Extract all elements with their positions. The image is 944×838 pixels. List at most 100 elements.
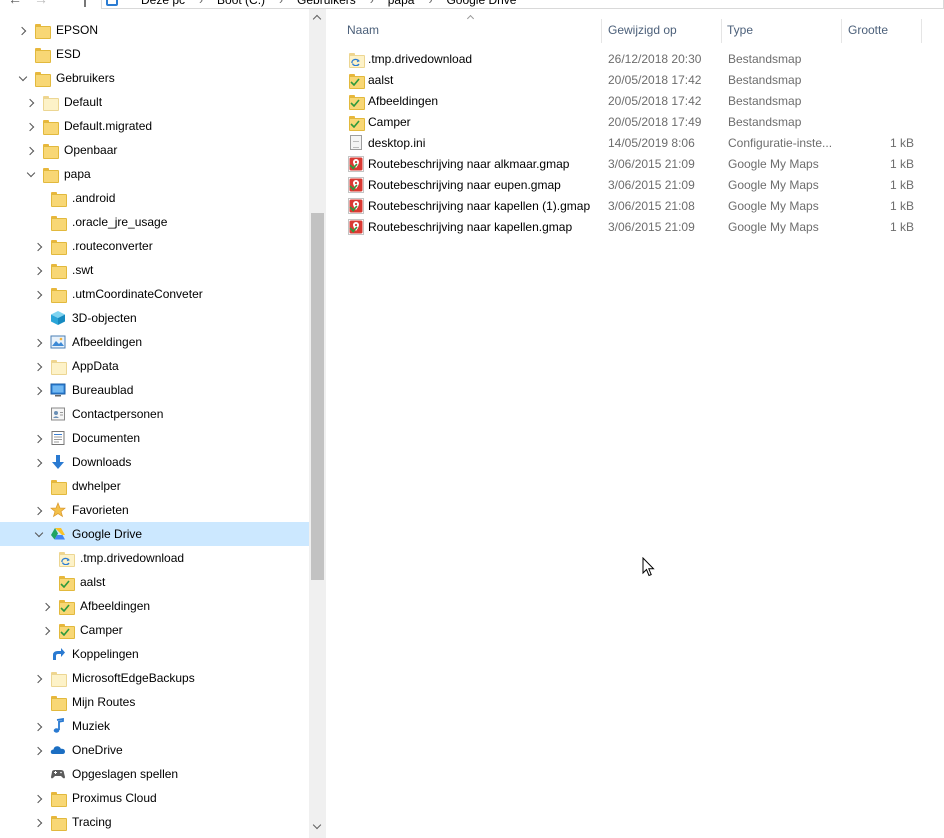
nav-tree-item[interactable]: Muziek [0, 714, 309, 738]
file-list-pane[interactable]: Naam Gewijzigd op Type Grootte .tmp.driv… [337, 9, 944, 838]
nav-tree-item[interactable]: Default.migrated [0, 114, 309, 138]
file-row[interactable]: desktop.ini 14/05/2019 8:06 Configuratie-i… [345, 133, 935, 154]
nav-tree-item[interactable]: .utmCoordinateConveter [0, 282, 309, 306]
nav-tree-item[interactable]: Favorieten [0, 498, 309, 522]
nav-scrollbar[interactable] [309, 9, 326, 838]
nav-tree-item[interactable]: Contactpersonen [0, 402, 309, 426]
nav-tree-item[interactable]: Gebruikers [0, 66, 309, 90]
file-modified: 3/06/2015 21:09 [608, 178, 695, 192]
file-row[interactable]: .tmp.drivedownload 26/12/2018 20:30 Bestan… [345, 49, 935, 70]
nav-tree-item[interactable]: Opgeslagen spellen [0, 762, 309, 786]
navigation-pane[interactable]: EPSON ESD Gebruikers Default Default.migrate… [0, 9, 326, 838]
column-divider[interactable] [841, 19, 842, 43]
nav-tree-item[interactable]: Openbaar [0, 138, 309, 162]
nav-tree-item[interactable]: papa [0, 162, 309, 186]
scroll-up-arrow-icon[interactable] [309, 9, 326, 26]
chevron-right-icon[interactable] [34, 506, 44, 516]
scrollbar-thumb[interactable] [311, 213, 324, 580]
nav-tree-item[interactable]: Google Drive [0, 522, 309, 546]
nav-tree-item[interactable]: .swt [0, 258, 309, 282]
chevron-right-icon[interactable] [26, 146, 36, 156]
nav-tree-item[interactable]: Afbeeldingen [0, 594, 309, 618]
nav-tree-item[interactable]: Koppelingen [0, 642, 309, 666]
column-header-type[interactable]: Type [727, 19, 753, 41]
breadcrumb-separator-icon[interactable]: › [279, 0, 283, 7]
file-row[interactable]: Afbeeldingen 20/05/2018 17:42 Bestandsmap [345, 91, 935, 112]
file-row[interactable]: Camper 20/05/2018 17:49 Bestandsmap [345, 112, 935, 133]
chevron-down-icon[interactable] [34, 530, 44, 540]
chevron-right-icon[interactable] [34, 362, 44, 372]
nav-tree-item-label: EPSON [56, 23, 99, 37]
nav-tree-item[interactable]: dwhelper [0, 474, 309, 498]
nav-tree-item[interactable]: .tmp.drivedownload [0, 546, 309, 570]
nav-tree-item[interactable]: Proximus Cloud [0, 786, 309, 810]
column-header-modified[interactable]: Gewijzigd op [608, 19, 677, 41]
nav-tree-item[interactable]: 3D-objecten [0, 306, 309, 330]
nav-tree-item-label: ESD [56, 47, 81, 61]
chevron-right-icon[interactable] [34, 290, 44, 300]
breadcrumb-item[interactable]: papa [388, 0, 415, 7]
chevron-down-icon[interactable] [26, 170, 36, 180]
nav-tree-item[interactable]: Default [0, 90, 309, 114]
nav-tree-item-label: 3D-objecten [72, 311, 137, 325]
nav-tree-item[interactable]: Camper [0, 618, 309, 642]
chevron-right-icon[interactable] [34, 818, 44, 828]
chevron-right-icon[interactable] [42, 602, 52, 612]
nav-tree-item[interactable]: ESD [0, 42, 309, 66]
column-header-name[interactable]: Naam [347, 19, 379, 41]
column-divider[interactable] [721, 19, 722, 43]
chevron-right-icon[interactable] [34, 386, 44, 396]
nav-tree-item[interactable]: Mijn Routes [0, 690, 309, 714]
back-arrow-icon[interactable]: ← [8, 0, 22, 6]
breadcrumb-separator-icon[interactable]: › [370, 0, 374, 7]
nav-tree-item[interactable]: .routeconverter [0, 234, 309, 258]
breadcrumb-item[interactable]: Deze pc [141, 0, 185, 7]
nav-tree-item[interactable]: Bureaublad [0, 378, 309, 402]
nav-tree-item[interactable]: .oracle_jre_usage [0, 210, 309, 234]
nav-tree-item[interactable]: AppData [0, 354, 309, 378]
chevron-right-icon[interactable] [34, 242, 44, 252]
nav-tree-item[interactable]: EPSON [0, 18, 309, 42]
chevron-right-icon[interactable] [34, 266, 44, 276]
nav-tree-item[interactable]: Documenten [0, 426, 309, 450]
file-row[interactable]: Routebeschrijving naar alkmaar.gmap 3/06/… [345, 154, 935, 175]
file-type: Bestandsmap [728, 115, 802, 129]
breadcrumb-separator-icon[interactable]: › [199, 0, 203, 7]
breadcrumb-separator-icon[interactable]: › [428, 0, 432, 7]
nav-tree-item[interactable]: Downloads [0, 450, 309, 474]
chevron-right-icon[interactable] [26, 122, 36, 132]
scroll-down-arrow-icon[interactable] [309, 819, 326, 836]
chevron-right-icon[interactable] [34, 434, 44, 444]
chevron-right-icon[interactable] [34, 722, 44, 732]
chevron-right-icon[interactable] [18, 26, 28, 36]
nav-tree-item[interactable]: MicrosoftEdgeBackups [0, 666, 309, 690]
nav-tree-item[interactable]: Tracing [0, 810, 309, 834]
gmap-file-icon [348, 156, 364, 172]
chevron-right-icon[interactable] [34, 794, 44, 804]
nav-tree-item-label: Openbaar [64, 143, 118, 157]
nav-tree-item[interactable]: OneDrive [0, 738, 309, 762]
nav-tree-item[interactable]: aalst [0, 570, 309, 594]
file-row[interactable]: Routebeschrijving naar kapellen (1).gmap… [345, 196, 935, 217]
column-divider[interactable] [921, 19, 922, 43]
forward-arrow-icon[interactable]: → [34, 0, 48, 6]
nav-tree-item[interactable]: Afbeeldingen [0, 330, 309, 354]
nav-tree-item[interactable]: .android [0, 186, 309, 210]
chevron-down-icon[interactable] [18, 74, 28, 84]
chevron-right-icon[interactable] [34, 458, 44, 468]
nav-tree-item-label: papa [64, 167, 91, 181]
nav-tree-item-label: Afbeeldingen [80, 599, 151, 613]
chevron-right-icon[interactable] [34, 338, 44, 348]
column-header-size[interactable]: Grootte [848, 19, 888, 41]
file-row[interactable]: Routebeschrijving naar eupen.gmap 3/06/20… [345, 175, 935, 196]
chevron-right-icon[interactable] [34, 746, 44, 756]
file-row[interactable]: aalst 20/05/2018 17:42 Bestandsmap [345, 70, 935, 91]
breadcrumb-item[interactable]: Boot (C:) [217, 0, 265, 7]
chevron-right-icon[interactable] [42, 626, 52, 636]
breadcrumb-item[interactable]: Gebruikers [297, 0, 356, 7]
column-divider[interactable] [601, 19, 602, 43]
chevron-right-icon[interactable] [34, 674, 44, 684]
file-row[interactable]: Routebeschrijving naar kapellen.gmap 3/06… [345, 217, 935, 238]
breadcrumb-item[interactable]: Google Drive [446, 0, 516, 7]
chevron-right-icon[interactable] [26, 98, 36, 108]
